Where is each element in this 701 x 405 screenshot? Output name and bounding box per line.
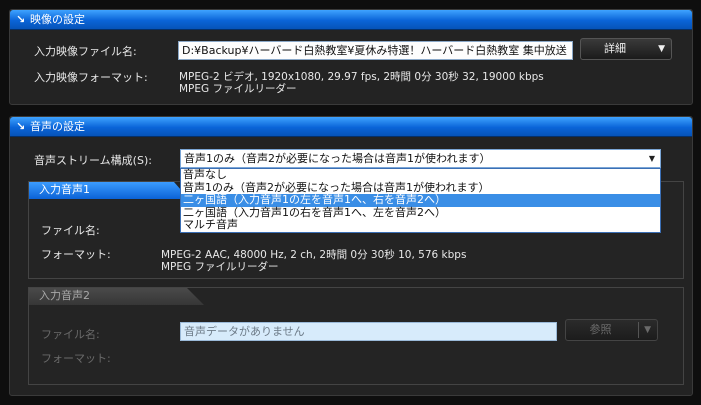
audio-stream-config-select[interactable]: 音声1のみ（音声2が必要になった場合は音声1が使われます） ▼ [180, 149, 661, 168]
video-format-line2: MPEG ファイルリーダー [179, 83, 297, 95]
input-video-file-field[interactable]: D:¥Backup¥ハーバード白熱教室¥夏休み特選！ハーバード白熱教室 集中放送 [178, 41, 573, 60]
audio-settings-title: 音声の設定 [30, 120, 85, 133]
details-button[interactable]: 詳細 ▼ [580, 38, 672, 60]
audio-stream-option[interactable]: 音声なし [181, 169, 660, 182]
button-separator [638, 322, 639, 338]
video-format-line1: MPEG-2 ビデオ, 1920x1080, 29.97 fps, 2時間 0分… [179, 71, 544, 83]
audio-stream-option-highlighted[interactable]: 二ヶ国語（入力音声1の左を音声1へ、右を音声2へ） [181, 194, 660, 207]
video-settings-panel: ↘ 映像の設定 入力映像ファイル名: D:¥Backup¥ハーバード白熱教室¥夏休… [9, 9, 693, 105]
audio-stream-selected-value: 音声1のみ（音声2が必要になった場合は音声1が使われます） [184, 152, 491, 165]
audio-stream-option[interactable]: マルチ音声 [181, 219, 660, 232]
browse-button-label: 参照 [589, 323, 612, 336]
input-video-file-label: 入力映像ファイル名: [34, 45, 137, 58]
audio1-format-line2: MPEG ファイルリーダー [161, 261, 279, 273]
input-audio2-tab: 入力音声2 [29, 288, 204, 305]
dropdown-triangle-icon: ▼ [658, 44, 665, 54]
input-video-format-label: 入力映像フォーマット: [34, 71, 148, 84]
input-audio2-file-label: ファイル名: [41, 328, 100, 341]
input-audio1-file-label: ファイル名: [41, 224, 100, 237]
input-audio2-file-field[interactable]: 音声データがありません [180, 322, 557, 341]
collapse-arrow-icon[interactable]: ↘ [16, 10, 28, 29]
collapse-arrow-icon[interactable]: ↘ [16, 117, 28, 136]
input-audio2-format-label: フォーマット: [41, 352, 111, 365]
audio-settings-panel: ↘ 音声の設定 音声ストリーム構成(S): 入力音声1 ファイル名: フォーマット… [9, 116, 693, 396]
audio-stream-option[interactable]: 二ヶ国語（入力音声1の右を音声1へ、左を音声2へ） [181, 206, 660, 220]
audio1-format-line1: MPEG-2 AAC, 48000 Hz, 2 ch, 2時間 0分 30秒 1… [161, 249, 467, 261]
audio-stream-config-label: 音声ストリーム構成(S): [34, 154, 152, 167]
dropdown-triangle-icon[interactable]: ▼ [644, 320, 651, 340]
chevron-down-icon: ▼ [648, 154, 655, 163]
video-settings-title: 映像の設定 [30, 13, 85, 26]
details-button-label: 詳細 [604, 42, 626, 55]
browse-button[interactable]: 参照 ▼ [565, 319, 658, 341]
audio-settings-header[interactable]: ↘ 音声の設定 [10, 117, 692, 137]
audio-stream-options-list: 音声なし 音声1のみ（音声2が必要になった場合は音声1が使われます） 二ヶ国語（… [180, 168, 661, 233]
input-audio1-format-label: フォーマット: [41, 248, 111, 261]
input-audio1-tab: 入力音声1 [29, 182, 189, 199]
input-audio2-panel: 入力音声2 ファイル名: 音声データがありません 参照 ▼ フォーマット: [28, 287, 684, 385]
video-settings-header[interactable]: ↘ 映像の設定 [10, 10, 692, 30]
